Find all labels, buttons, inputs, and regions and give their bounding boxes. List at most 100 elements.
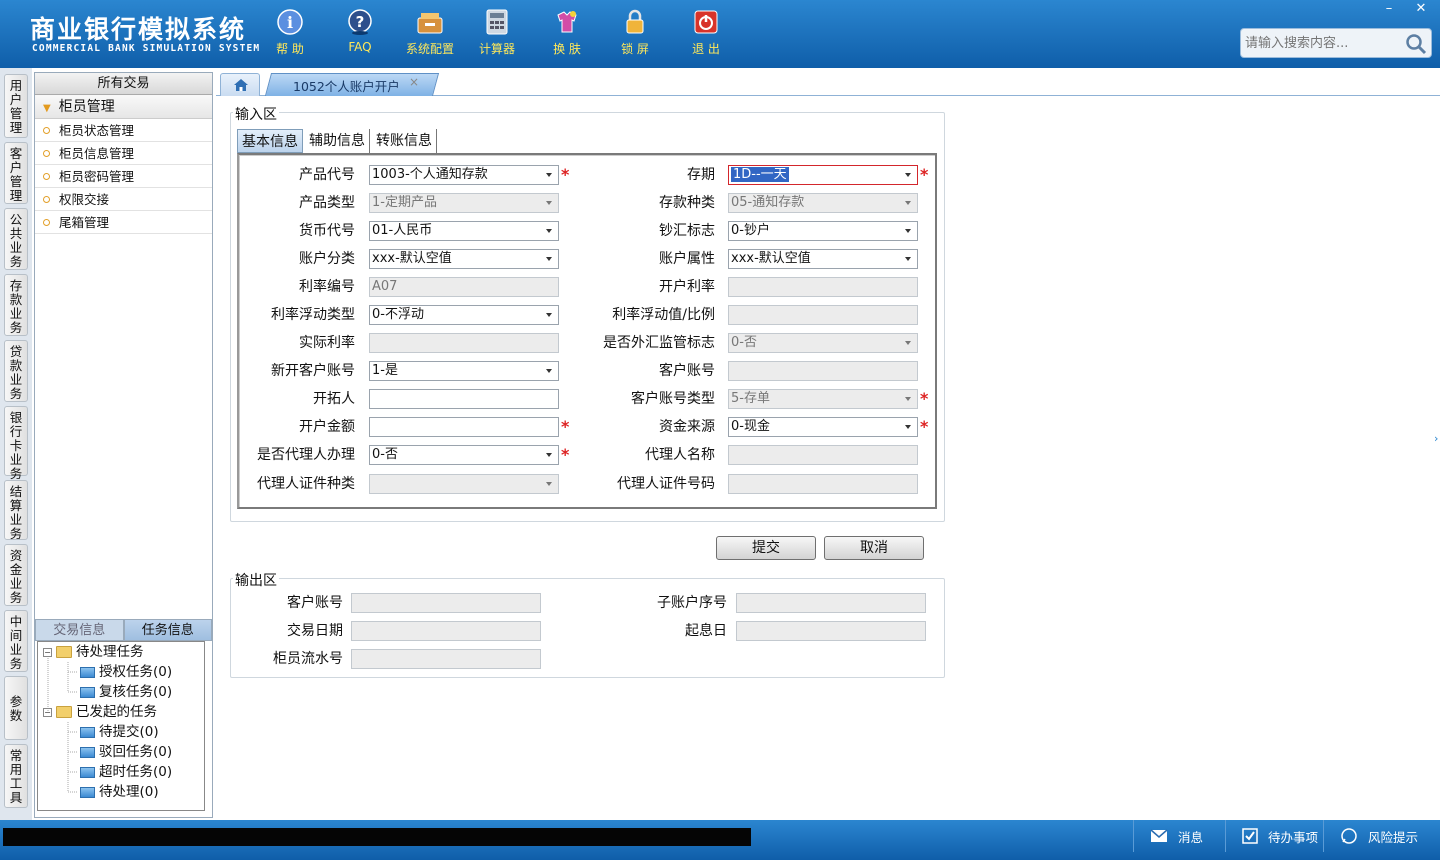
fund-source-select[interactable]: 0-现金: [728, 417, 918, 437]
lock-icon: [620, 8, 650, 36]
customer-account-type-select[interactable]: 5-存单: [728, 389, 918, 409]
exit-button[interactable]: 退 出: [676, 8, 736, 57]
list-icon: [80, 746, 95, 758]
float-value-input[interactable]: [728, 305, 918, 325]
vtab-common-tools[interactable]: 常用工具: [4, 744, 28, 808]
vtab-user-management[interactable]: 用户管理: [4, 74, 28, 138]
agent-id-number-input[interactable]: [728, 474, 918, 494]
customer-account-input[interactable]: [728, 361, 918, 381]
menu-item-teller-password[interactable]: 柜员密码管理: [35, 165, 212, 188]
calculator-button[interactable]: 计算器: [467, 8, 527, 57]
vtab-settlement-business[interactable]: 结算业务: [4, 480, 28, 541]
vtab-card-business[interactable]: 银行卡业务: [4, 406, 28, 481]
out-value-date-field[interactable]: [736, 621, 926, 641]
faq-button[interactable]: ? FAQ: [330, 8, 390, 54]
vtab-loan-business[interactable]: 贷款业务: [4, 340, 28, 402]
tree-leaf-to-submit[interactable]: 待提交(0): [80, 722, 159, 742]
skin-button[interactable]: 换 肤: [537, 8, 597, 57]
vtab-deposit-business[interactable]: 存款业务: [4, 274, 28, 336]
tree-leaf-timeout[interactable]: 超时任务(0): [80, 762, 172, 782]
float-value-label: 利率浮动值/比例: [612, 307, 715, 323]
tab-task-info[interactable]: 任务信息: [123, 619, 212, 641]
subtab-basic-info[interactable]: 基本信息: [237, 129, 303, 153]
todo-button[interactable]: 待办事项: [1225, 820, 1323, 852]
rate-code-input[interactable]: A07: [369, 277, 559, 297]
tree-leaf-rejected[interactable]: 驳回任务(0): [80, 742, 172, 762]
out-trade-date-field[interactable]: [351, 621, 541, 641]
vtab-parameters[interactable]: 参数: [4, 676, 28, 740]
vtab-intermediary-business[interactable]: 中间业务: [4, 610, 28, 672]
new-customer-select[interactable]: 1-是: [369, 361, 559, 381]
menu-item-teller-status[interactable]: 柜员状态管理: [35, 119, 212, 142]
search-input[interactable]: [1241, 29, 1401, 57]
currency-select[interactable]: 01-人民币: [369, 221, 559, 241]
cancel-button[interactable]: 取消: [824, 536, 924, 560]
term-select[interactable]: 1D--一天: [728, 165, 918, 185]
account-class-select[interactable]: xxx-默认空值: [369, 249, 559, 269]
menu-item-teller-info[interactable]: 柜员信息管理: [35, 142, 212, 165]
menu-item-permission-handover[interactable]: 权限交接: [35, 188, 212, 211]
float-type-select[interactable]: 0-不浮动: [369, 305, 559, 325]
new-customer-label: 新开客户账号: [271, 363, 355, 379]
collapse-icon[interactable]: −: [43, 647, 52, 657]
input-section-legend: 输入区: [233, 104, 279, 124]
account-attr-select[interactable]: xxx-默认空值: [728, 249, 918, 269]
submit-button[interactable]: 提交: [716, 536, 816, 560]
out-teller-serial-label: 柜员流水号: [273, 651, 343, 667]
actual-rate-input[interactable]: [369, 333, 559, 353]
open-amount-input[interactable]: [369, 417, 559, 437]
out-teller-serial-field[interactable]: [351, 649, 541, 669]
folder-icon: [56, 706, 72, 718]
product-code-select[interactable]: 1003-个人通知存款: [369, 165, 559, 185]
home-tab[interactable]: [220, 73, 260, 96]
lock-button[interactable]: 锁 屏: [605, 8, 665, 57]
developer-label: 开拓人: [313, 391, 355, 407]
vtab-public-business[interactable]: 公共业务: [4, 208, 28, 270]
tree-leaf-to-process[interactable]: 待处理(0): [80, 782, 159, 802]
agent-flag-label: 是否代理人办理: [257, 447, 355, 463]
tab-transaction-info[interactable]: 交易信息: [35, 619, 124, 641]
list-icon: [80, 666, 95, 678]
tree-leaf-review[interactable]: 复核任务(0): [80, 682, 172, 702]
deposit-kind-select[interactable]: 05-通知存款: [728, 193, 918, 213]
subtab-transfer-info[interactable]: 转账信息: [372, 129, 437, 153]
tree-label: 待处理(0): [99, 784, 159, 800]
tree-node-initiated[interactable]: − 已发起的任务: [43, 702, 157, 722]
collapse-icon[interactable]: −: [43, 707, 52, 717]
expand-arrow-icon[interactable]: ›: [1434, 432, 1438, 445]
tree-leaf-auth[interactable]: 授权任务(0): [80, 662, 172, 682]
teller-management-group[interactable]: ▼ 柜员管理: [35, 95, 212, 119]
vtab-customer-management[interactable]: 客户管理: [4, 142, 28, 204]
agent-id-type-select[interactable]: [369, 474, 559, 494]
customer-account-type-label: 客户账号类型: [631, 391, 715, 407]
search-icon[interactable]: [1405, 33, 1427, 59]
cash-flag-select[interactable]: 0-钞户: [728, 221, 918, 241]
developer-input[interactable]: [369, 389, 559, 409]
product-type-select[interactable]: 1-定期产品: [369, 193, 559, 213]
out-customer-account-field[interactable]: [351, 593, 541, 613]
risk-button[interactable]: 风险提示: [1323, 820, 1440, 852]
search-box: [1240, 28, 1432, 58]
messages-button[interactable]: 消息: [1133, 820, 1225, 852]
menu-item-cash-box[interactable]: 尾箱管理: [35, 211, 212, 234]
agent-flag-select[interactable]: 0-否: [369, 445, 559, 465]
close-window-button[interactable]: ✕: [1406, 0, 1436, 18]
fx-supervision-select[interactable]: 0-否: [728, 333, 918, 353]
subtab-aux-info[interactable]: 辅助信息: [305, 129, 370, 153]
settings-icon: [415, 8, 445, 36]
required-mark: *: [920, 389, 929, 408]
out-sub-account-field[interactable]: [736, 593, 926, 613]
risk-label: 风险提示: [1368, 829, 1419, 845]
tree-node-pending[interactable]: − 待处理任务: [43, 642, 144, 662]
all-transactions-header[interactable]: 所有交易: [35, 73, 212, 95]
required-mark: *: [561, 445, 570, 464]
close-tab-icon[interactable]: ×: [409, 75, 419, 89]
account-class-label: 账户分类: [299, 251, 355, 267]
help-button[interactable]: i 帮 助: [260, 8, 320, 57]
vtab-fund-business[interactable]: 资金业务: [4, 544, 28, 606]
settings-button[interactable]: 系统配置: [400, 8, 460, 57]
agent-name-input[interactable]: [728, 445, 918, 465]
minimize-button[interactable]: –: [1374, 0, 1404, 18]
open-rate-input[interactable]: [728, 277, 918, 297]
cash-flag-label: 钞汇标志: [659, 223, 715, 239]
